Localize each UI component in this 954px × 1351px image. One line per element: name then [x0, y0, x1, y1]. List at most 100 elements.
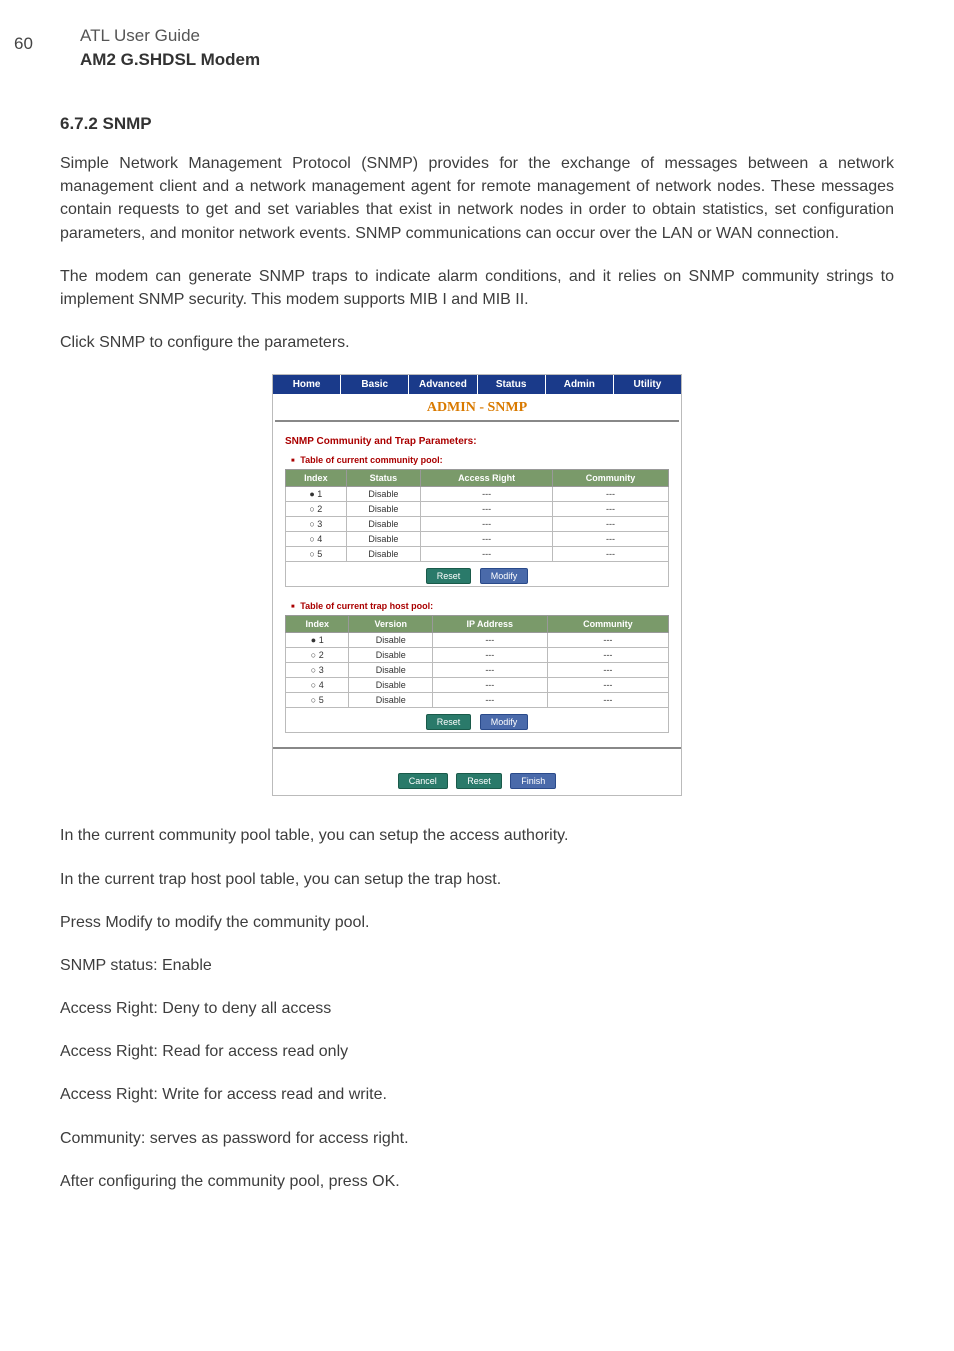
tab-admin[interactable]: Admin [546, 375, 614, 394]
cell-status: Disable [346, 502, 420, 517]
tab-utility[interactable]: Utility [614, 375, 681, 394]
paragraph-4: In the current community pool table, you… [60, 824, 894, 847]
modify-button[interactable]: Modify [480, 714, 529, 730]
page-number: 60 [14, 34, 33, 54]
radio-icon[interactable]: ○ [311, 695, 316, 705]
cell-idx: 5 [319, 695, 324, 705]
reset-button[interactable]: Reset [426, 568, 472, 584]
th-status: Status [346, 470, 420, 487]
th-index: Index [286, 470, 347, 487]
reset-button[interactable]: Reset [426, 714, 472, 730]
cell-ver: Disable [349, 663, 433, 678]
bottom-button-row: Cancel Reset Finish [273, 761, 681, 795]
radio-icon[interactable]: ○ [309, 534, 314, 544]
cell-comm: --- [553, 547, 669, 562]
paragraph-10: Access Right: Write for access read and … [60, 1083, 894, 1106]
cell-idx: 4 [319, 680, 324, 690]
cell-status: Disable [346, 487, 420, 502]
radio-icon[interactable]: ● [309, 489, 314, 499]
cell-comm: --- [553, 517, 669, 532]
paragraph-1: Simple Network Management Protocol (SNMP… [60, 152, 894, 245]
radio-icon[interactable]: ○ [309, 519, 314, 529]
cell-comm: --- [547, 663, 668, 678]
snmp-subhead: SNMP Community and Trap Parameters: [285, 436, 669, 447]
tab-status[interactable]: Status [478, 375, 546, 394]
cell-ar: --- [421, 502, 553, 517]
paragraph-8: Access Right: Deny to deny all access [60, 997, 894, 1020]
cell-ver: Disable [349, 633, 433, 648]
table-row: ○ 2 Disable --- --- [286, 648, 669, 663]
radio-icon[interactable]: ○ [311, 680, 316, 690]
cell-ip: --- [432, 678, 547, 693]
community-pool-label: Table of current community pool: [291, 455, 669, 465]
table-row: ○ 2 Disable --- --- [286, 502, 669, 517]
radio-icon[interactable]: ○ [311, 650, 316, 660]
cell-comm: --- [547, 693, 668, 708]
tab-advanced[interactable]: Advanced [409, 375, 477, 394]
cell-ver: Disable [349, 648, 433, 663]
tab-home[interactable]: Home [273, 375, 341, 394]
paragraph-3: Click SNMP to configure the parameters. [60, 331, 894, 354]
reset-button[interactable]: Reset [456, 773, 502, 789]
th-version: Version [349, 616, 433, 633]
trap-pool-table: Index Version IP Address Community ● 1 D… [285, 615, 669, 708]
radio-icon[interactable]: ○ [311, 665, 316, 675]
paragraph-9: Access Right: Read for access read only [60, 1040, 894, 1063]
radio-icon[interactable]: ● [311, 635, 316, 645]
admin-title: ADMIN - SNMP [275, 394, 679, 422]
paragraph-11: Community: serves as password for access… [60, 1127, 894, 1150]
table-row: ○ 3 Disable --- --- [286, 517, 669, 532]
th-community: Community [553, 470, 669, 487]
admin-snmp-panel: Home Basic Advanced Status Admin Utility… [272, 374, 682, 796]
cell-status: Disable [346, 532, 420, 547]
community-button-row: Reset Modify [285, 562, 669, 587]
paragraph-6: Press Modify to modify the community poo… [60, 911, 894, 934]
cell-ar: --- [421, 517, 553, 532]
cell-comm: --- [553, 487, 669, 502]
cell-idx: 2 [319, 650, 324, 660]
cell-idx: 3 [319, 665, 324, 675]
trap-pool-label: Table of current trap host pool: [291, 601, 669, 611]
tabbar: Home Basic Advanced Status Admin Utility [273, 375, 681, 394]
section-heading: 6.7.2 SNMP [60, 114, 894, 134]
cell-ip: --- [432, 693, 547, 708]
header-line1: ATL User Guide [80, 26, 894, 46]
radio-icon[interactable]: ○ [309, 549, 314, 559]
th-index: Index [286, 616, 349, 633]
paragraph-2: The modem can generate SNMP traps to ind… [60, 265, 894, 311]
trap-button-row: Reset Modify [285, 708, 669, 733]
cell-idx: 2 [317, 504, 322, 514]
cell-ver: Disable [349, 693, 433, 708]
modify-button[interactable]: Modify [480, 568, 529, 584]
finish-button[interactable]: Finish [510, 773, 556, 789]
cell-status: Disable [346, 547, 420, 562]
cell-idx: 3 [317, 519, 322, 529]
cell-ip: --- [432, 663, 547, 678]
paragraph-7: SNMP status: Enable [60, 954, 894, 977]
cell-comm: --- [553, 502, 669, 517]
cancel-button[interactable]: Cancel [398, 773, 448, 789]
th-access-right: Access Right [421, 470, 553, 487]
cell-idx: 4 [317, 534, 322, 544]
divider [273, 747, 681, 749]
cell-idx: 1 [317, 489, 322, 499]
cell-ar: --- [421, 487, 553, 502]
th-ip: IP Address [432, 616, 547, 633]
cell-idx: 5 [317, 549, 322, 559]
cell-ip: --- [432, 633, 547, 648]
cell-ar: --- [421, 547, 553, 562]
table-row: ○ 5 Disable --- --- [286, 547, 669, 562]
th-community: Community [547, 616, 668, 633]
table-row: ● 1 Disable --- --- [286, 633, 669, 648]
cell-comm: --- [547, 648, 668, 663]
paragraph-12: After configuring the community pool, pr… [60, 1170, 894, 1193]
community-pool-table: Index Status Access Right Community ● 1 … [285, 469, 669, 562]
table-row: ○ 5 Disable --- --- [286, 693, 669, 708]
tab-basic[interactable]: Basic [341, 375, 409, 394]
header-line2: AM2 G.SHDSL Modem [80, 50, 894, 70]
cell-ver: Disable [349, 678, 433, 693]
table-row: ● 1 Disable --- --- [286, 487, 669, 502]
radio-icon[interactable]: ○ [309, 504, 314, 514]
table-row: ○ 4 Disable --- --- [286, 532, 669, 547]
paragraph-5: In the current trap host pool table, you… [60, 868, 894, 891]
